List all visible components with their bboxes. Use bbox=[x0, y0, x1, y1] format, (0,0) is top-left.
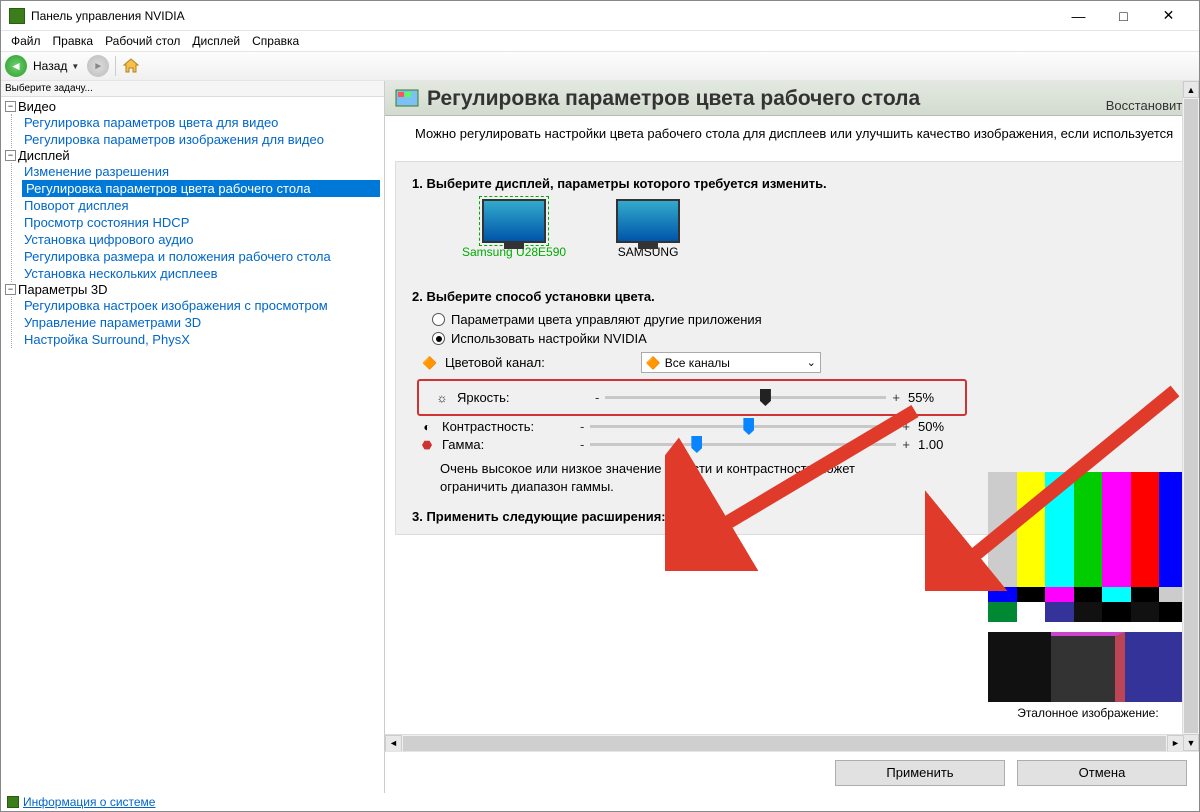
menu-help[interactable]: Справка bbox=[248, 33, 303, 49]
display-item[interactable]: SAMSUNG bbox=[616, 199, 680, 259]
content-pane: Регулировка параметров цвета рабочего ст… bbox=[385, 81, 1199, 793]
home-icon[interactable] bbox=[122, 57, 140, 75]
horizontal-scrollbar[interactable]: ◄► bbox=[385, 734, 1184, 751]
page-title: Регулировка параметров цвета рабочего ст… bbox=[427, 87, 1189, 111]
toolbar-separator bbox=[115, 56, 116, 76]
tree-item[interactable]: Настройка Surround, PhysX bbox=[22, 331, 380, 348]
maximize-button[interactable]: □ bbox=[1101, 2, 1146, 30]
channel-select[interactable]: 🔶Все каналы bbox=[641, 352, 821, 373]
tree-item[interactable]: Установка нескольких дисплеев bbox=[22, 265, 380, 282]
nav-tree: −Видео Регулировка параметров цвета для … bbox=[1, 97, 384, 793]
tree-group-display[interactable]: −Дисплей bbox=[5, 148, 380, 163]
nvidia-small-icon bbox=[7, 796, 19, 808]
channel-label: Цветовой канал: bbox=[445, 355, 545, 370]
intro-text: Можно регулировать настройки цвета рабоч… bbox=[385, 116, 1199, 155]
color-swatches bbox=[988, 632, 1188, 702]
brightness-slider[interactable] bbox=[605, 396, 886, 399]
contrast-slider[interactable] bbox=[590, 425, 896, 428]
radio-nvidia[interactable]: Использовать настройки NVIDIA bbox=[432, 331, 1172, 346]
window-title: Панель управления NVIDIA bbox=[31, 9, 1056, 23]
nvidia-icon bbox=[9, 8, 25, 24]
back-label: Назад bbox=[33, 59, 67, 73]
gamma-slider[interactable] bbox=[590, 443, 896, 446]
apply-button[interactable]: Применить bbox=[835, 760, 1005, 786]
gamma-icon: ⬣ bbox=[420, 438, 434, 452]
footer: Информация о системе bbox=[1, 793, 161, 811]
settings-box: 1. Выберите дисплей, параметры которого … bbox=[395, 161, 1189, 535]
menu-desktop[interactable]: Рабочий стол bbox=[101, 33, 184, 49]
title-bar: Панель управления NVIDIA — □ ✕ bbox=[1, 1, 1199, 31]
display-item-selected[interactable]: Samsung U28E590 bbox=[462, 199, 566, 259]
tree-item[interactable]: Регулировка настроек изображения с просм… bbox=[22, 297, 380, 314]
tree-item[interactable]: Установка цифрового аудио bbox=[22, 231, 380, 248]
minimize-button[interactable]: — bbox=[1056, 2, 1101, 30]
sidebar: Выберите задачу... −Видео Регулировка па… bbox=[1, 81, 385, 793]
preview-label: Эталонное изображение: bbox=[988, 706, 1188, 720]
vertical-scrollbar[interactable]: ▲▼ bbox=[1182, 81, 1199, 751]
monitor-icon bbox=[482, 199, 546, 243]
step2-title: 2. Выберите способ установки цвета. bbox=[412, 289, 1172, 304]
menu-display[interactable]: Дисплей bbox=[188, 33, 244, 49]
back-button[interactable]: ◄ bbox=[5, 55, 27, 77]
tree-group-3d[interactable]: −Параметры 3D bbox=[5, 282, 380, 297]
tree-item[interactable]: Поворот дисплея bbox=[22, 197, 380, 214]
page-header-icon bbox=[395, 89, 419, 109]
radio-icon bbox=[432, 313, 445, 326]
tree-item[interactable]: Просмотр состояния HDCP bbox=[22, 214, 380, 231]
brightness-icon: ☼ bbox=[435, 391, 449, 405]
tree-item[interactable]: Изменение разрешения bbox=[22, 163, 380, 180]
brightness-highlight-box: ☼ Яркость: - + 55% bbox=[417, 379, 967, 416]
monitor-icon bbox=[616, 199, 680, 243]
page-header: Регулировка параметров цвета рабочего ст… bbox=[385, 81, 1199, 116]
menu-file[interactable]: Файл bbox=[7, 33, 45, 49]
channel-icon: 🔶 bbox=[422, 356, 437, 370]
restore-link[interactable]: Восстановить bbox=[1106, 98, 1189, 113]
radio-other-apps[interactable]: Параметрами цвета управляют другие прило… bbox=[432, 312, 1172, 327]
forward-button[interactable]: ► bbox=[87, 55, 109, 77]
slider-contrast: ◐ Контрастность: - + 50% bbox=[420, 419, 962, 434]
tree-item[interactable]: Регулировка размера и положения рабочего… bbox=[22, 248, 380, 265]
tree-item[interactable]: Управление параметрами 3D bbox=[22, 314, 380, 331]
cancel-button[interactable]: Отмена bbox=[1017, 760, 1187, 786]
menu-edit[interactable]: Правка bbox=[49, 33, 98, 49]
toolbar: ◄ Назад ▼ ► bbox=[1, 51, 1199, 81]
slider-brightness: ☼ Яркость: - + 55% bbox=[435, 390, 952, 405]
gamma-note: Очень высокое или низкое значение яркост… bbox=[440, 460, 870, 495]
step1-title: 1. Выберите дисплей, параметры которого … bbox=[412, 176, 1172, 191]
back-history-dropdown[interactable]: ▼ bbox=[71, 62, 79, 71]
tree-item[interactable]: Регулировка параметров изображения для в… bbox=[22, 131, 380, 148]
button-bar: Применить Отмена bbox=[385, 751, 1199, 793]
color-bars-preview bbox=[988, 472, 1188, 622]
slider-gamma: ⬣ Гамма: - + 1.00 bbox=[420, 437, 962, 452]
task-header: Выберите задачу... bbox=[1, 81, 384, 97]
tree-item[interactable]: Регулировка параметров цвета для видео bbox=[22, 114, 380, 131]
menu-bar: Файл Правка Рабочий стол Дисплей Справка bbox=[1, 31, 1199, 51]
system-info-link[interactable]: Информация о системе bbox=[23, 795, 155, 809]
tree-group-video[interactable]: −Видео bbox=[5, 99, 380, 114]
tree-item-selected[interactable]: Регулировка параметров цвета рабочего ст… bbox=[22, 180, 380, 197]
close-button[interactable]: ✕ bbox=[1146, 2, 1191, 30]
radio-icon-checked bbox=[432, 332, 445, 345]
contrast-icon: ◐ bbox=[420, 420, 434, 434]
